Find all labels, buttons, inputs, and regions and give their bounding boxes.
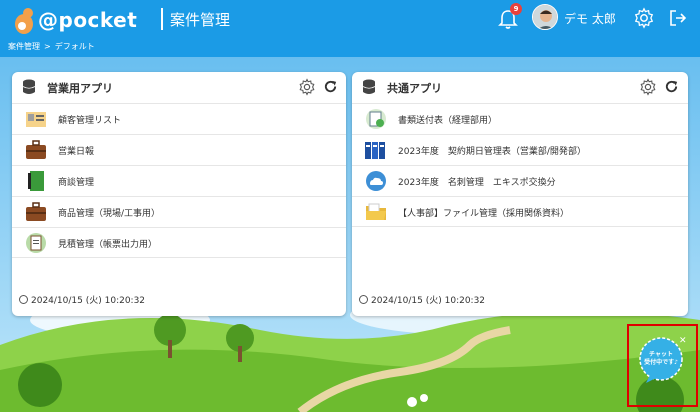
gear-icon[interactable] [633, 7, 655, 29]
gear-icon[interactable] [639, 78, 657, 96]
logo-text[interactable]: @pocket [38, 8, 137, 32]
avatar[interactable] [532, 4, 558, 30]
chat-widget-label[interactable]: チャット 受付中です♪ [634, 351, 688, 367]
common-apps-panel: 共通アプリ 書類送付表（経理部用） 2023年度 契約期日管理表（営業部/開発部… [352, 72, 688, 316]
list-item[interactable]: 見積管理（帳票出力用） [12, 227, 346, 258]
item-label: 営業日報 [58, 147, 95, 157]
gear-icon[interactable] [298, 78, 316, 96]
user-name[interactable]: デモ 太郎 [564, 10, 616, 27]
breadcrumb-item-default: デフォルト [54, 42, 95, 51]
timestamp: 2024/10/15 (火) 10:20:32 [371, 296, 486, 306]
timestamp: 2024/10/15 (火) 10:20:32 [31, 296, 146, 306]
logout-icon[interactable] [668, 8, 688, 28]
briefcase-icon [26, 202, 46, 221]
briefcase-icon [26, 140, 46, 159]
last-updated: 2024/10/15 (火) 10:20:32 [19, 293, 145, 306]
notebook-icon [28, 171, 44, 191]
panel-header: 営業用アプリ [12, 72, 346, 102]
breadcrumb-separator: > [44, 42, 51, 51]
list-item[interactable]: 【人事部】ファイル管理（採用関係資料） [352, 196, 688, 227]
list-item[interactable]: 2023年度 名刺管理 エキスポ交換分 [352, 165, 688, 196]
list-item[interactable]: 営業日報 [12, 134, 346, 165]
notification-badge: 9 [510, 3, 522, 15]
document-stamp-icon [366, 109, 386, 129]
item-label: 見積管理（帳票出力用） [58, 240, 158, 250]
chat-line-2: 受付中です♪ [644, 359, 678, 366]
user-photo-icon [533, 5, 557, 29]
list-item[interactable]: 書類送付表（経理部用） [352, 103, 688, 134]
clock-icon [359, 295, 368, 304]
app-list: 書類送付表（経理部用） 2023年度 契約期日管理表（営業部/開発部） 2023… [352, 103, 688, 227]
database-icon [362, 79, 376, 94]
clock-icon [19, 295, 28, 304]
breadcrumb-item-app[interactable]: 案件管理 [8, 42, 40, 51]
binders-icon [365, 142, 385, 159]
app-list: 顧客管理リスト 営業日報 商談管理 商品管理（現場/工事用） 見積管理（帳票出力… [12, 103, 346, 258]
item-label: 顧客管理リスト [58, 116, 122, 126]
header-divider [161, 8, 163, 30]
breadcrumb: 案件管理 > デフォルト [8, 41, 99, 52]
database-icon [22, 79, 36, 94]
last-updated: 2024/10/15 (火) 10:20:32 [359, 293, 485, 306]
item-label: 【人事部】ファイル管理（採用関係資料） [398, 209, 570, 219]
item-label: 書類送付表（経理部用） [398, 116, 498, 126]
refresh-icon[interactable] [323, 79, 338, 94]
panel-header: 共通アプリ [352, 72, 688, 102]
list-item[interactable]: 商談管理 [12, 165, 346, 196]
item-label: 商談管理 [58, 178, 95, 188]
chat-line-1: チャット [649, 351, 673, 358]
app-title: 案件管理 [170, 11, 231, 29]
clipboard-icon [26, 233, 46, 253]
item-label: 2023年度 名刺管理 エキスポ交換分 [398, 178, 556, 188]
item-label: 商品管理（現場/工事用） [58, 209, 161, 219]
folder-icon [366, 203, 386, 220]
refresh-icon[interactable] [664, 79, 679, 94]
item-label: 2023年度 契約期日管理表（営業部/開発部） [398, 147, 586, 157]
sales-apps-panel: 営業用アプリ 顧客管理リスト 営業日報 商談管理 商品管理（現場/工事用） 見積… [12, 72, 346, 316]
address-card-icon [26, 112, 46, 127]
panel-title: 共通アプリ [387, 82, 442, 95]
list-item[interactable]: 2023年度 契約期日管理表（営業部/開発部） [352, 134, 688, 165]
top-header: @pocket 案件管理 案件管理 > デフォルト 9 デモ 太郎 [0, 0, 700, 57]
list-item[interactable]: 商品管理（現場/工事用） [12, 196, 346, 227]
cloud-icon [366, 171, 386, 191]
close-icon[interactable]: ✕ [679, 336, 687, 346]
list-item[interactable]: 顧客管理リスト [12, 103, 346, 134]
panel-title: 営業用アプリ [47, 82, 113, 95]
